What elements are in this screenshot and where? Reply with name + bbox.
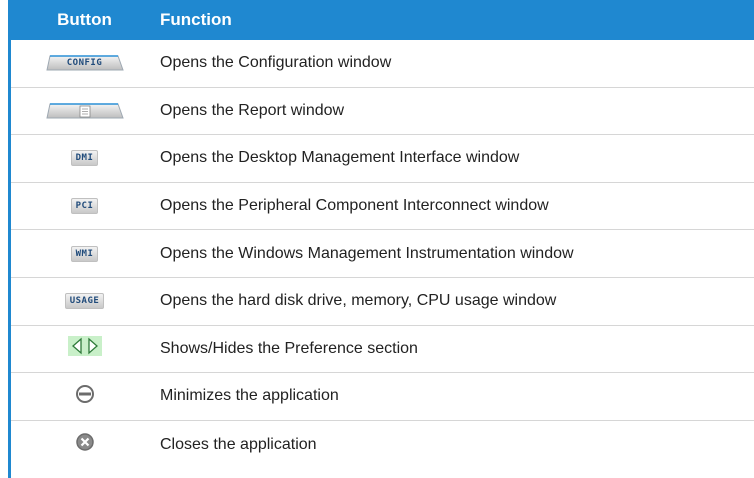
table-header: Button Function: [11, 0, 754, 40]
function-text: Closes the application: [160, 435, 317, 453]
table-row: Shows/Hides the Preference section: [11, 326, 754, 374]
table-row: PCI Opens the Peripheral Component Inter…: [11, 183, 754, 231]
button-function-table: Button Function CONFIG Opens the Configu…: [8, 0, 754, 478]
dmi-button-icon: DMI: [70, 150, 99, 167]
function-text: Shows/Hides the Preference section: [160, 339, 418, 357]
function-text: Opens the Configuration window: [160, 54, 392, 72]
header-function: Function: [160, 10, 232, 29]
function-text: Opens the Desktop Management Interface w…: [160, 149, 520, 167]
header-button: Button: [57, 10, 112, 29]
table-row: Minimizes the application: [11, 373, 754, 421]
table-row: WMI Opens the Windows Management Instrum…: [11, 230, 754, 278]
config-tab-icon: CONFIG: [45, 55, 124, 71]
usage-button-icon: USAGE: [64, 293, 105, 310]
function-text: Opens the hard disk drive, memory, CPU u…: [160, 292, 557, 310]
table-row: USAGE Opens the hard disk drive, memory,…: [11, 278, 754, 326]
table-row: DMI Opens the Desktop Management Interfa…: [11, 135, 754, 183]
table-row: CONFIG Opens the Configuration window: [11, 40, 754, 88]
pci-button-icon: PCI: [70, 198, 99, 215]
function-text: Minimizes the application: [160, 387, 339, 405]
function-text: Opens the Report window: [160, 101, 345, 119]
close-icon: [75, 432, 95, 457]
show-hide-arrows-icon: [67, 336, 102, 361]
function-text: Opens the Peripheral Component Interconn…: [160, 197, 549, 215]
function-text: Opens the Windows Management Instrumenta…: [160, 244, 574, 262]
table-row: Closes the application: [11, 421, 754, 469]
table-row: Opens the Report window: [11, 88, 754, 136]
minimize-icon: [75, 384, 95, 409]
wmi-button-icon: WMI: [70, 245, 99, 262]
config-tab-label: CONFIG: [66, 58, 103, 69]
report-tab-icon: [45, 103, 124, 119]
